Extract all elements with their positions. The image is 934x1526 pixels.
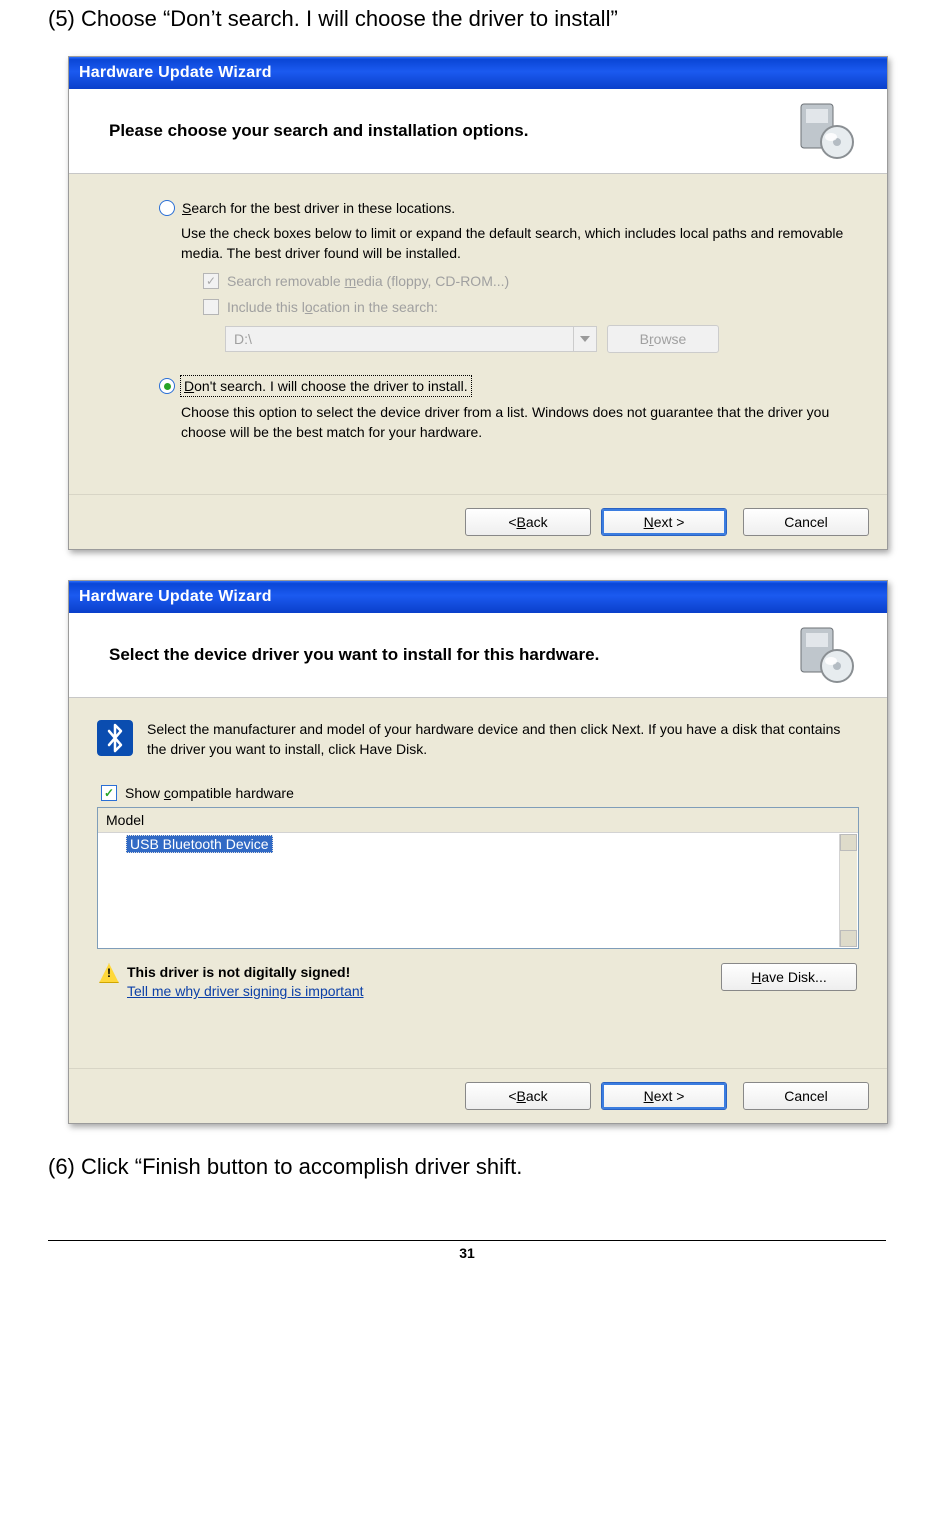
checkbox-removable-media: Search removable media (floppy, CD-ROM..… [203, 273, 863, 289]
device-cd-icon [795, 100, 857, 162]
search-sub-options: Search removable media (floppy, CD-ROM..… [203, 273, 863, 353]
step5-instruction: (5) Choose “Don’t search. I will choose … [48, 6, 886, 32]
next-button[interactable]: Next > [601, 1082, 727, 1110]
page-number: 31 [48, 1245, 886, 1261]
checkbox-show-compatible[interactable]: Show compatible hardware [101, 785, 863, 801]
cb-location-label: Include this location in the search: [227, 299, 438, 315]
radio-dont-description: Choose this option to select the device … [181, 403, 863, 442]
device-cd-icon [795, 624, 857, 686]
location-path-input: D:\ [226, 327, 574, 351]
wizard2-header-title: Select the device driver you want to ins… [109, 645, 599, 665]
radio-dont-label: Don't search. I will choose the driver t… [182, 377, 470, 395]
radio-icon [159, 200, 175, 216]
bluetooth-icon [97, 720, 133, 756]
model-listbox[interactable]: Model USB Bluetooth Device [97, 807, 859, 949]
show-compatible-label: Show compatible hardware [125, 785, 294, 801]
cancel-button[interactable]: Cancel [743, 1082, 869, 1110]
radio-dont-search[interactable]: Don't search. I will choose the driver t… [159, 377, 863, 395]
wizard1-content: Search for the best driver in these loca… [69, 174, 887, 494]
wizard2-instruction-text: Select the manufacturer and model of you… [147, 720, 863, 759]
radio-search-label: Search for the best driver in these loca… [182, 200, 455, 216]
model-list-item-selected[interactable]: USB Bluetooth Device [126, 835, 273, 853]
radio-icon [159, 378, 175, 394]
have-disk-button[interactable]: Have Disk... [721, 963, 857, 991]
browse-button: Browse [607, 325, 719, 353]
driver-signing-row: This driver is not digitally signed! Tel… [99, 963, 857, 1001]
back-button[interactable]: < Back [465, 508, 591, 536]
checkbox-icon [203, 273, 219, 289]
next-button[interactable]: Next > [601, 508, 727, 536]
footer-rule [48, 1240, 886, 1241]
wizard1-dialog: Hardware Update Wizard Please choose you… [68, 56, 888, 550]
wizard1-header-title: Please choose your search and installati… [109, 121, 528, 141]
wizard2-titlebar[interactable]: Hardware Update Wizard [69, 581, 887, 613]
vertical-scrollbar[interactable] [839, 834, 857, 947]
wizard1-header-band: Please choose your search and installati… [69, 89, 887, 174]
model-column-header[interactable]: Model [98, 808, 858, 833]
model-list-body: USB Bluetooth Device [98, 833, 858, 948]
wizard2-content: Select the manufacturer and model of you… [69, 698, 887, 1068]
checkbox-icon [203, 299, 219, 315]
chevron-down-icon [574, 327, 596, 351]
back-button[interactable]: < Back [465, 1082, 591, 1110]
warning-icon [99, 963, 119, 983]
location-path-combo: D:\ [225, 326, 597, 352]
wizard2-button-bar: < Back Next > Cancel [69, 1068, 887, 1123]
driver-sign-link[interactable]: Tell me why driver signing is important [127, 982, 364, 1001]
step6-instruction: (6) Click “Finish button to accomplish d… [48, 1154, 886, 1180]
checkbox-include-location: Include this location in the search: [203, 299, 863, 315]
location-path-row: D:\ Browse [225, 325, 863, 353]
radio-search-best[interactable]: Search for the best driver in these loca… [159, 200, 863, 216]
checkbox-icon [101, 785, 117, 801]
radio-search-description: Use the check boxes below to limit or ex… [181, 224, 863, 263]
cancel-button[interactable]: Cancel [743, 508, 869, 536]
wizard2-instruction-row: Select the manufacturer and model of you… [97, 720, 863, 759]
wizard1-titlebar[interactable]: Hardware Update Wizard [69, 57, 887, 89]
driver-sign-warning: This driver is not digitally signed! [127, 963, 364, 982]
wizard2-header-band: Select the device driver you want to ins… [69, 613, 887, 698]
wizard2-dialog: Hardware Update Wizard Select the device… [68, 580, 888, 1124]
wizard1-button-bar: < Back Next > Cancel [69, 494, 887, 549]
cb-media-label: Search removable media (floppy, CD-ROM..… [227, 273, 509, 289]
